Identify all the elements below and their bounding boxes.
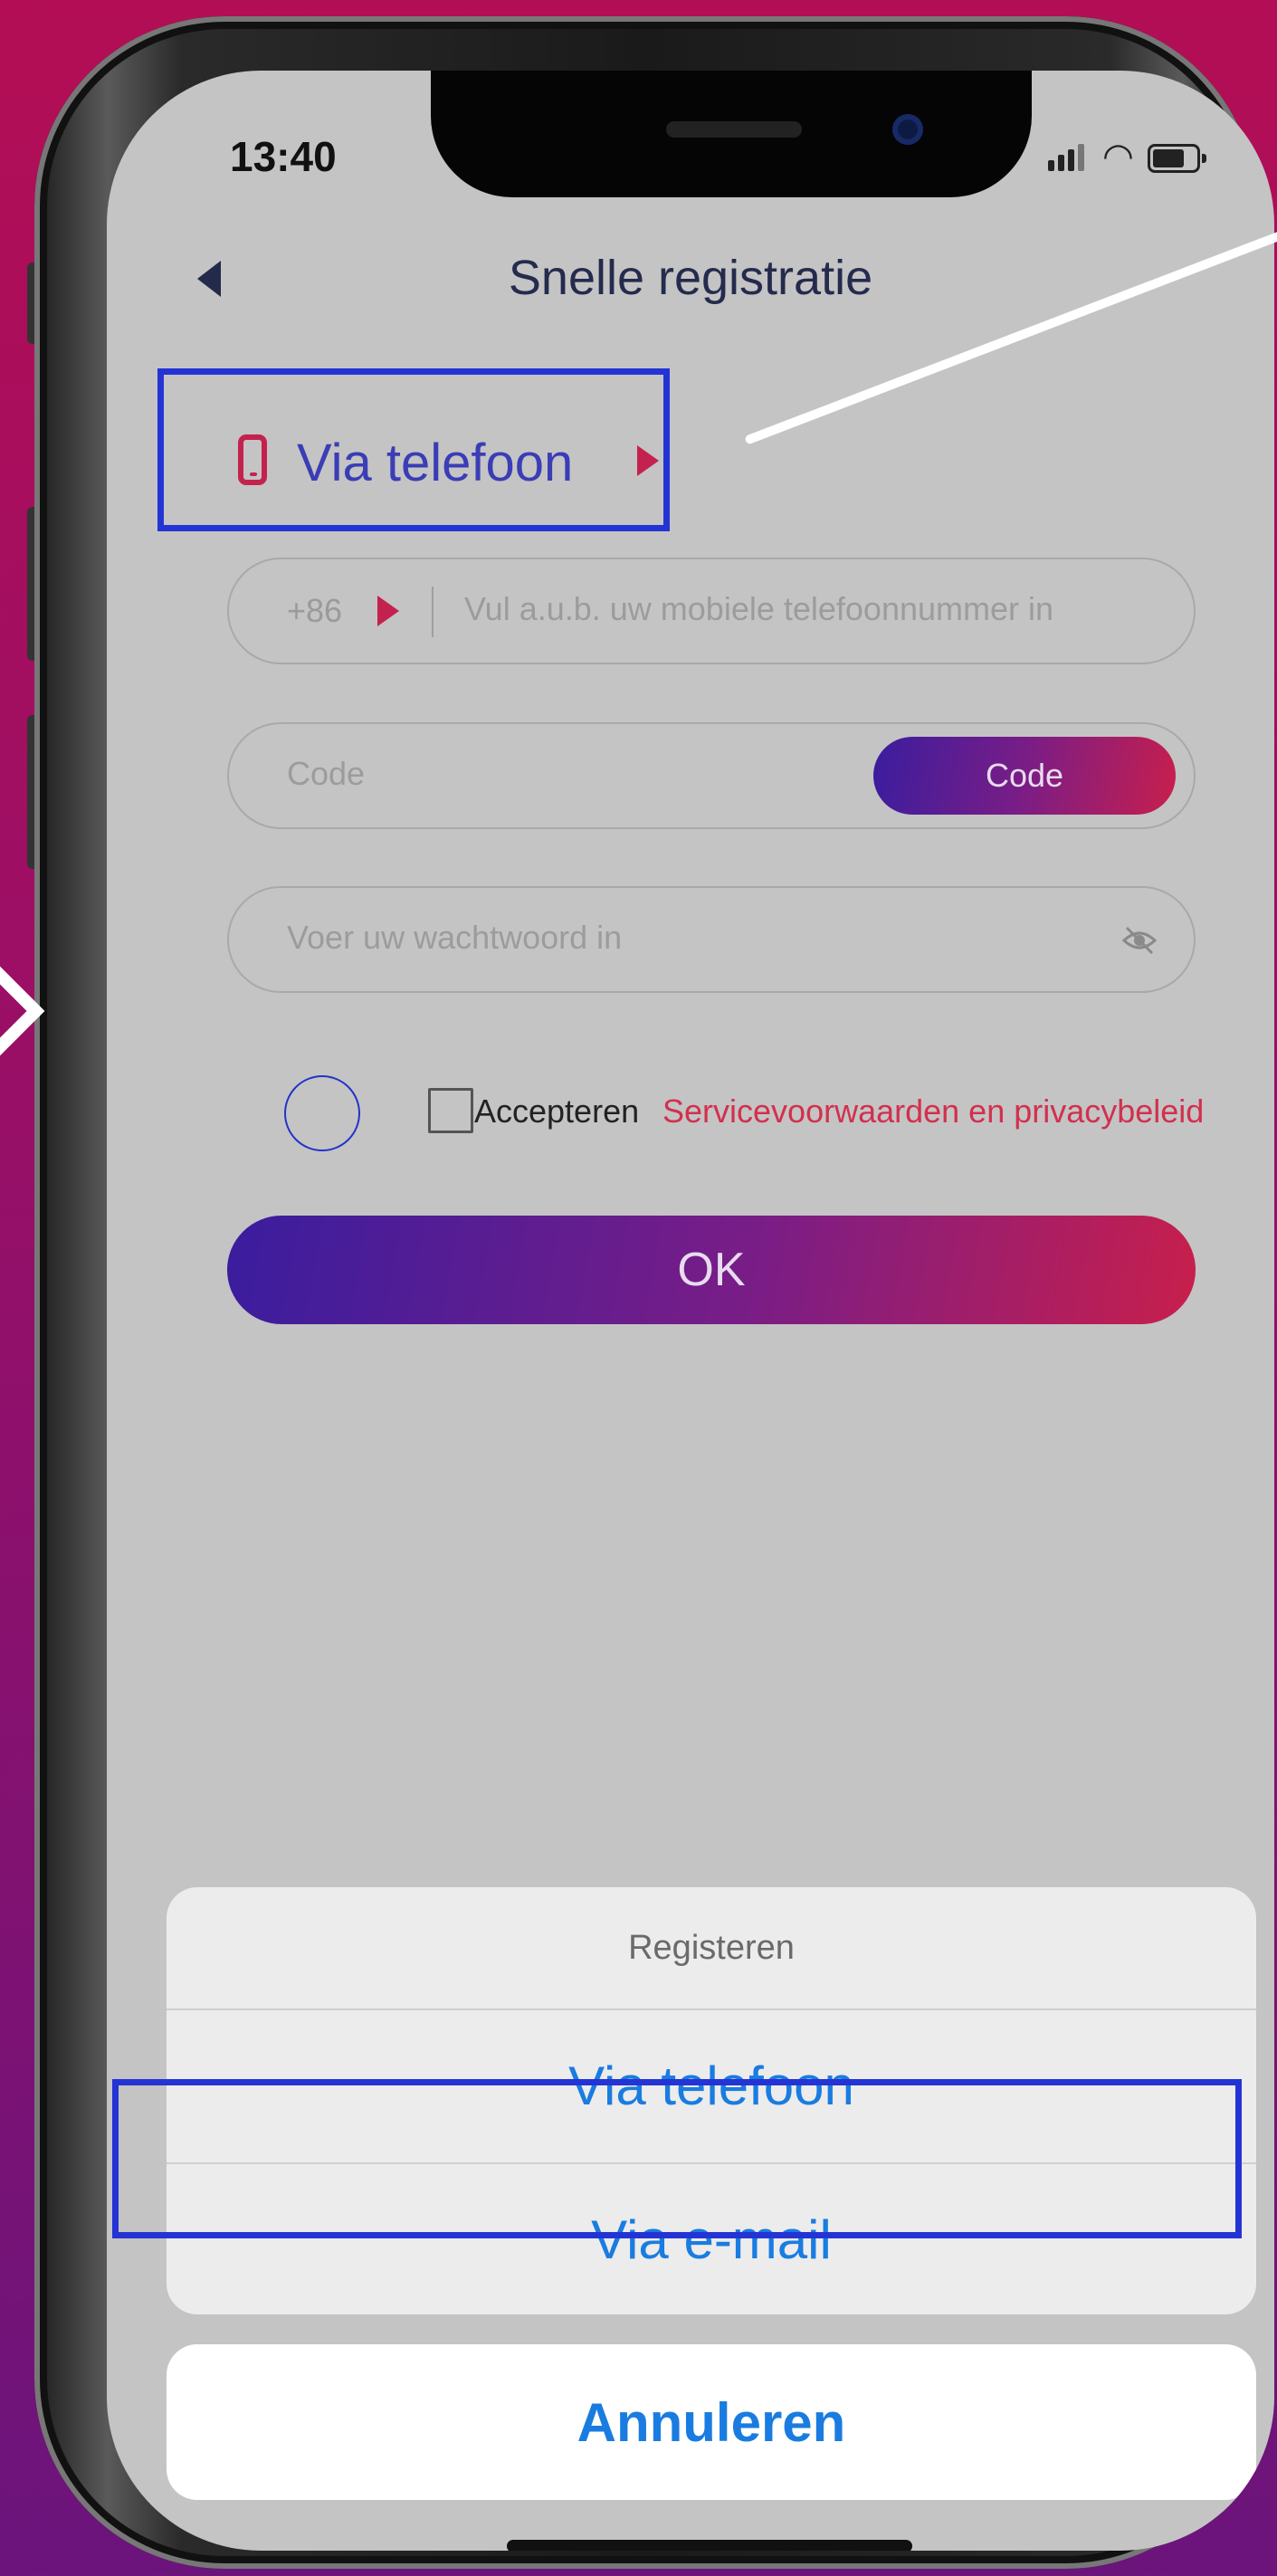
accept-label: Accepteren: [474, 1092, 640, 1130]
signal-icon: [1048, 144, 1084, 171]
status-time: 13:40: [230, 133, 337, 180]
field-divider: [432, 587, 434, 637]
ok-button[interactable]: OK: [227, 1216, 1196, 1324]
terms-link[interactable]: Servicevoorwaarden en privacybeleid: [662, 1092, 1204, 1131]
home-indicator: [507, 2540, 912, 2551]
code-field: Code: [227, 722, 1196, 829]
notch: [431, 71, 1032, 197]
highlight-via-email: [112, 2079, 1242, 2238]
phone-number-input[interactable]: [464, 590, 1179, 628]
terms-checkbox[interactable]: [428, 1088, 473, 1133]
status-icons: ◠: [1048, 138, 1211, 175]
eye-off-icon[interactable]: [1121, 924, 1158, 957]
cancel-button[interactable]: Annuleren: [167, 2344, 1256, 2500]
page-title: Snelle registratie: [508, 251, 873, 305]
send-code-button[interactable]: Code: [873, 737, 1176, 815]
country-code[interactable]: +86: [287, 592, 342, 630]
wifi-icon: ◠: [1102, 137, 1134, 177]
speaker-grille: [666, 121, 802, 138]
annotation-circle: [284, 1075, 360, 1151]
country-code-caret-icon[interactable]: [377, 596, 399, 626]
front-camera: [892, 114, 923, 145]
password-field: [227, 886, 1196, 993]
phone-number-field: +86: [227, 558, 1196, 664]
battery-icon: [1148, 144, 1206, 173]
code-input[interactable]: [287, 755, 830, 793]
action-sheet-title: Registeren: [628, 1929, 795, 1967]
password-input[interactable]: [287, 919, 1056, 957]
highlight-via-phone: [157, 368, 670, 531]
